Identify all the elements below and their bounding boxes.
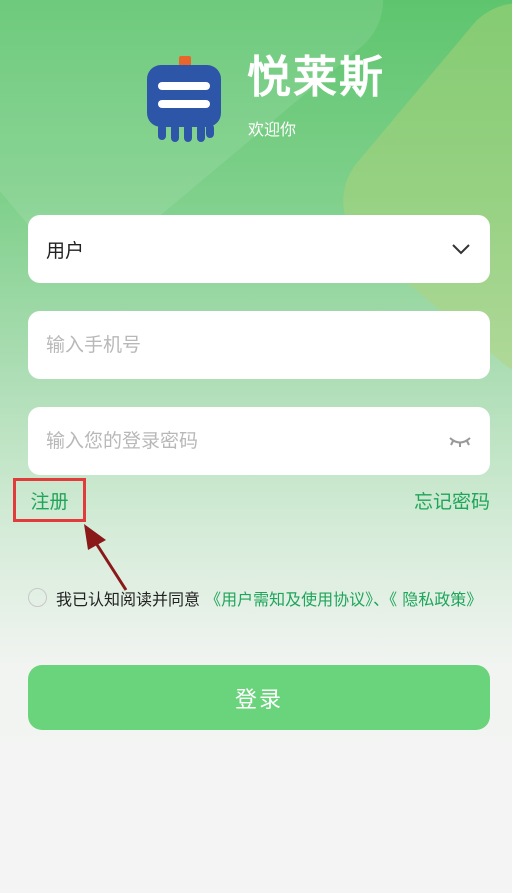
agreement-separator: 、 — [373, 590, 390, 609]
agreement-prefix: 我已认知阅读并同意 — [56, 590, 206, 609]
agreement: 我已认知阅读并同意 《用户需知及使用协议》、《 隐私政策》 — [28, 586, 498, 614]
eye-closed-icon[interactable] — [448, 433, 472, 449]
login-button[interactable]: 登录 — [28, 665, 490, 730]
password-field-container — [28, 407, 490, 475]
agreement-text: 我已认知阅读并同意 《用户需知及使用协议》、《 隐私政策》 — [28, 586, 498, 614]
arrow-icon — [84, 524, 128, 591]
role-select[interactable]: 用户 — [28, 215, 490, 283]
role-select-value: 用户 — [46, 239, 85, 262]
app-logo-icon — [147, 56, 221, 142]
app-title: 悦莱斯 — [247, 52, 385, 103]
user-agreement-link[interactable]: 《用户需知及使用协议》 — [205, 590, 373, 609]
agree-checkbox[interactable] — [28, 588, 47, 607]
chevron-down-icon — [452, 244, 470, 255]
app-subtitle: 欢迎你 — [248, 120, 297, 139]
phone-input[interactable] — [46, 334, 472, 356]
forgot-password-link[interactable]: 忘记密码 — [414, 489, 490, 515]
register-link[interactable]: 注册 — [13, 478, 86, 522]
password-input[interactable] — [46, 430, 448, 452]
privacy-policy-link[interactable]: 《 隐私政策》 — [389, 590, 482, 609]
phone-field-container — [28, 311, 490, 379]
